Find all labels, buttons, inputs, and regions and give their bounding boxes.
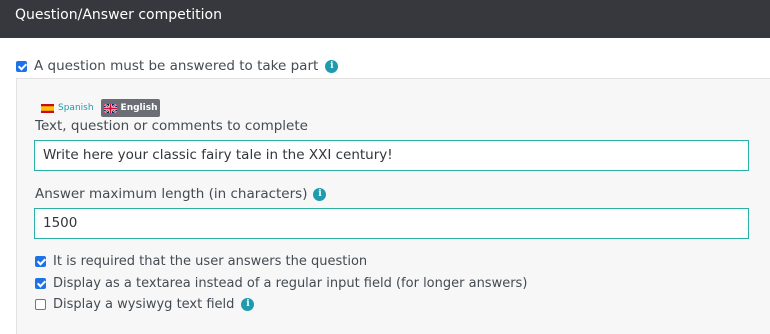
info-icon[interactable]: i — [313, 187, 327, 201]
required-answer-label: It is required that the user answers the… — [53, 254, 368, 269]
question-field-label-text: Text, question or comments to complete — [35, 118, 308, 134]
question-field-label: Text, question or comments to complete — [35, 118, 308, 134]
max-length-input[interactable]: 1500 — [34, 208, 749, 239]
language-tab-english[interactable]: English — [100, 99, 161, 117]
wysiwyg-option[interactable]: Display a wysiwyg text field i — [35, 297, 255, 312]
question-required-checkbox[interactable] — [16, 60, 27, 72]
wysiwyg-checkbox[interactable] — [35, 299, 46, 310]
required-answer-option[interactable]: It is required that the user answers the… — [35, 254, 367, 269]
question-text-input[interactable]: Write here your classic fairy tale in th… — [34, 140, 749, 171]
textarea-checkbox[interactable] — [35, 278, 46, 289]
question-required-option[interactable]: A question must be answered to take part… — [16, 58, 339, 74]
language-tab-label: English — [120, 103, 158, 113]
required-answer-checkbox[interactable] — [35, 256, 46, 267]
wysiwyg-label: Display a wysiwyg text field — [53, 297, 235, 312]
section-title: Question/Answer competition — [15, 7, 222, 23]
section-header: Question/Answer competition — [0, 0, 770, 38]
info-icon[interactable]: i — [325, 59, 339, 73]
textarea-option[interactable]: Display as a textarea instead of a regul… — [35, 276, 527, 291]
textarea-label: Display as a textarea instead of a regul… — [53, 276, 528, 291]
max-length-label-text: Answer maximum length (in characters) — [35, 186, 308, 202]
language-tab-spanish[interactable]: Spanish — [38, 99, 97, 117]
uk-flag-icon — [103, 103, 117, 113]
spain-flag-icon — [41, 103, 54, 113]
language-tabs: Spanish English — [38, 99, 161, 117]
info-icon[interactable]: i — [241, 298, 255, 311]
max-length-label: Answer maximum length (in characters) i — [35, 186, 327, 202]
question-required-label: A question must be answered to take part — [34, 58, 319, 74]
language-tab-label: Spanish — [58, 103, 94, 113]
